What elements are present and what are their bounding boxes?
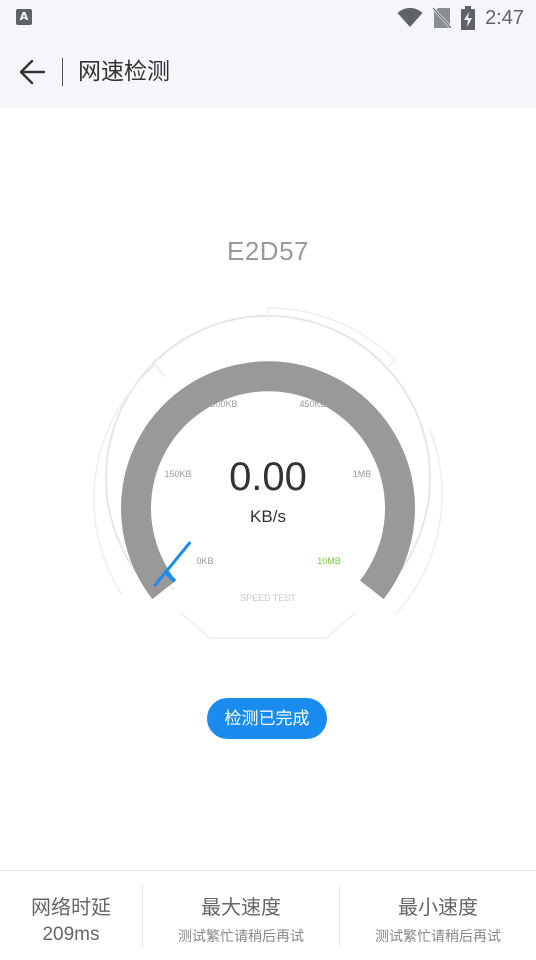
stats-bar: 网络时延 209ms 最大速度 测试繁忙请稍后再试 最小速度 测试繁忙请稍后再试 bbox=[0, 870, 536, 959]
speed-unit: KB/s bbox=[250, 507, 286, 526]
stat-max-value: 测试繁忙请稍后再试 bbox=[178, 929, 304, 945]
stat-min-speed: 最小速度 测试繁忙请稍后再试 bbox=[340, 871, 536, 960]
gauge-bottom-bracket bbox=[179, 611, 357, 639]
gauge-label-speed-test: SPEED TEST bbox=[240, 593, 296, 603]
gauge-label-450kb: 450KB bbox=[299, 399, 326, 409]
wifi-icon bbox=[397, 8, 423, 27]
app-header: 网速检测 bbox=[0, 36, 536, 108]
back-button[interactable] bbox=[12, 52, 52, 92]
status-icons: 2:47 bbox=[397, 4, 524, 32]
stat-latency: 网络时延 209ms bbox=[0, 871, 142, 960]
accessibility-notification-icon: A bbox=[16, 9, 32, 25]
gauge-label-0kb: 0KB bbox=[196, 556, 213, 566]
arrow-left-icon bbox=[19, 59, 46, 85]
stat-max-title: 最大速度 bbox=[201, 895, 281, 919]
stat-min-value: 测试繁忙请稍后再试 bbox=[375, 929, 501, 945]
gauge-label-10mb: 10MB bbox=[317, 556, 341, 566]
sim-off-icon bbox=[433, 7, 452, 29]
page-title: 网速检测 bbox=[78, 59, 170, 85]
gauge-label-300kb: 300KB bbox=[210, 399, 237, 409]
battery-charging-icon bbox=[461, 6, 476, 30]
speed-value: 0.00 bbox=[229, 455, 307, 499]
stat-max-speed: 最大速度 测试繁忙请稍后再试 bbox=[143, 871, 339, 960]
test-complete-button[interactable]: 检测已完成 bbox=[207, 698, 327, 739]
stat-latency-title: 网络时延 bbox=[31, 895, 111, 919]
header-divider bbox=[62, 58, 63, 86]
stat-latency-value: 209ms bbox=[42, 924, 100, 945]
status-bar: A 2:47 bbox=[0, 0, 536, 36]
device-name: E2D57 bbox=[227, 236, 309, 266]
status-time: 2:47 bbox=[485, 6, 524, 29]
stat-min-title: 最小速度 bbox=[398, 895, 478, 919]
